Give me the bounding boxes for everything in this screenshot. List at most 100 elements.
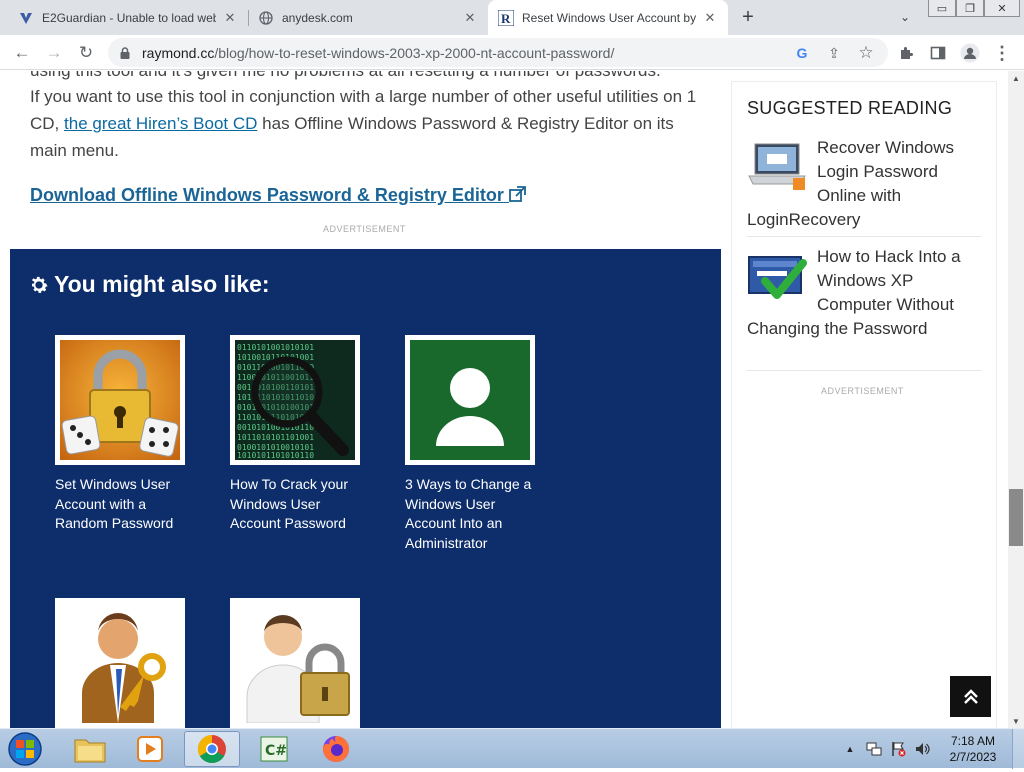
share-icon[interactable]: ⇪ <box>824 43 844 63</box>
you-might-also-like-title: You might also like: <box>28 271 270 298</box>
suggested-item[interactable]: Recover Windows Login Password Online wi… <box>747 136 981 232</box>
divider <box>747 236 981 237</box>
new-tab-button[interactable]: + <box>737 6 759 28</box>
page-content: using this tool and it's given me no pro… <box>0 71 1008 728</box>
window-controls: ▭ ❐ ✕ <box>928 0 1020 18</box>
suggested-reading-title: SUGGESTED READING <box>747 98 953 118</box>
page-scrollbar[interactable]: ▲ ▼ <box>1008 71 1024 728</box>
url-host: raymond.cc <box>142 45 215 61</box>
svg-text:0110101001010101: 0110101001010101 <box>237 343 314 352</box>
related-card[interactable] <box>55 598 185 728</box>
download-link[interactable]: Download Offline Windows Password & Regi… <box>30 185 526 206</box>
related-card[interactable]: 3 Ways to Change a Windows User Account … <box>405 335 535 553</box>
google-lens-icon[interactable]: G <box>792 43 812 63</box>
chrome-icon <box>198 735 226 763</box>
article-paragraph: If you want to use this tool in conjunct… <box>30 83 710 164</box>
url-text: raymond.cc/blog/how-to-reset-windows-200… <box>142 45 614 61</box>
related-card[interactable] <box>230 598 360 728</box>
laptop-recovery-image[interactable] <box>747 142 807 194</box>
card-thumbnail[interactable] <box>55 335 185 465</box>
network-icon[interactable] <box>864 739 884 759</box>
windows-start-orb-icon <box>8 732 42 766</box>
close-tab-icon[interactable]: ✕ <box>462 10 478 26</box>
svg-text:1011010101101001: 1011010101101001 <box>237 433 314 442</box>
taskbar-csharp-ide[interactable]: C# <box>246 731 302 767</box>
scrollbar-thumb[interactable] <box>1009 489 1023 546</box>
side-panel-icon[interactable] <box>926 41 950 65</box>
media-player-icon <box>137 736 163 762</box>
show-desktop-button[interactable] <box>1012 729 1024 769</box>
gear-icon <box>31 276 48 293</box>
hirens-boot-cd-link[interactable]: the great Hiren’s Boot CD <box>64 114 257 133</box>
card-thumbnail[interactable]: 01101010010101011010010110101001 0101101… <box>230 335 360 465</box>
card-label[interactable]: Set Windows User Account with a Random P… <box>55 475 195 534</box>
admin-user-key-image <box>60 603 180 723</box>
external-link-icon <box>509 186 526 202</box>
card-thumbnail[interactable] <box>405 335 535 465</box>
taskbar-file-explorer[interactable] <box>62 731 118 767</box>
scroll-up-arrow-icon[interactable]: ▲ <box>1008 71 1024 85</box>
divider <box>747 370 981 371</box>
back-to-top-button[interactable] <box>950 676 991 717</box>
forward-button[interactable]: → <box>42 41 66 65</box>
related-card[interactable]: 01101010010101011010010110101001 0101101… <box>230 335 360 534</box>
tab-e2guardian[interactable]: E2Guardian - Unable to load web ✕ <box>8 0 248 35</box>
tab-reset-windows-active[interactable]: R Reset Windows User Account by ✕ <box>488 0 728 35</box>
suggested-item[interactable]: How to Hack Into a Windows XP Computer W… <box>747 245 981 341</box>
related-card[interactable]: Set Windows User Account with a Random P… <box>55 335 185 534</box>
advertisement-label: ADVERTISEMENT <box>323 224 406 234</box>
minimize-button[interactable]: ▭ <box>928 0 956 17</box>
taskbar-firefox[interactable] <box>308 731 364 767</box>
back-button[interactable]: ← <box>10 41 34 65</box>
lock-icon[interactable] <box>120 46 130 59</box>
tab-anydesk[interactable]: anydesk.com ✕ <box>248 0 488 35</box>
card-thumbnail[interactable] <box>55 598 185 728</box>
firefox-icon <box>323 736 350 762</box>
close-tab-icon[interactable]: ✕ <box>702 10 718 26</box>
maximize-button[interactable]: ❐ <box>956 0 984 17</box>
tab-title: anydesk.com <box>282 10 353 25</box>
windows-taskbar: C# ▲ 7:18 AM 2/7/2023 <box>0 728 1024 769</box>
tab-title: Reset Windows User Account by <box>522 10 696 25</box>
bookmark-star-icon[interactable]: ☆ <box>856 43 876 63</box>
scroll-down-arrow-icon[interactable]: ▼ <box>1008 714 1024 728</box>
user-padlock-image <box>235 603 355 723</box>
volume-icon[interactable] <box>912 739 932 759</box>
tab-strip: E2Guardian - Unable to load web ✕ anydes… <box>0 0 1024 35</box>
system-clock[interactable]: 7:18 AM 2/7/2023 <box>940 733 1006 765</box>
suggested-reading-sidebar: SUGGESTED READING Recover Windows Login … <box>731 81 997 728</box>
advertisement-label: ADVERTISEMENT <box>821 386 904 396</box>
folder-icon <box>74 739 106 763</box>
close-window-button[interactable]: ✕ <box>984 0 1020 17</box>
url-path: /blog/how-to-reset-windows-2003-xp-2000-… <box>214 45 615 61</box>
reload-button[interactable]: ↻ <box>74 41 98 65</box>
clock-time: 7:18 AM <box>950 734 996 748</box>
tab-search-button[interactable]: ⌄ <box>896 8 914 26</box>
csharp-icon: C# <box>260 736 288 762</box>
chrome-menu-button[interactable]: ⋮ <box>990 41 1014 65</box>
globe-icon <box>258 10 274 26</box>
start-button[interactable] <box>6 731 44 767</box>
svg-text:1010101101010110: 1010101101010110 <box>237 451 314 460</box>
tab-title: E2Guardian - Unable to load web <box>42 10 216 25</box>
show-hidden-icons-button[interactable]: ▲ <box>842 739 858 759</box>
double-chevron-up-icon <box>963 688 978 704</box>
card-thumbnail[interactable] <box>230 598 360 728</box>
svg-text:C#: C# <box>265 743 287 759</box>
taskbar-media-player[interactable] <box>122 731 178 767</box>
windows-xp-checkmark-image[interactable] <box>747 251 807 303</box>
action-center-flag-icon[interactable] <box>888 739 908 759</box>
profile-avatar-icon[interactable] <box>958 41 982 65</box>
card-label[interactable]: 3 Ways to Change a Windows User Account … <box>405 475 545 553</box>
close-tab-icon[interactable]: ✕ <box>222 10 238 26</box>
card-label[interactable]: How To Crack your Windows User Account P… <box>230 475 370 534</box>
address-bar[interactable]: raymond.cc/blog/how-to-reset-windows-200… <box>108 38 888 67</box>
taskbar-chrome[interactable] <box>184 731 240 767</box>
browser-toolbar: ← → ↻ raymond.cc/blog/how-to-reset-windo… <box>0 35 1024 70</box>
raymond-favicon-icon: R <box>498 9 514 26</box>
clock-date: 2/7/2023 <box>949 750 997 764</box>
e2guardian-favicon-icon <box>18 10 34 26</box>
extensions-puzzle-icon[interactable] <box>894 41 918 65</box>
download-link-label: Download Offline Windows Password & Regi… <box>30 185 504 205</box>
you-might-also-like-panel: You might also like: Set Windows User Ac… <box>10 249 721 728</box>
